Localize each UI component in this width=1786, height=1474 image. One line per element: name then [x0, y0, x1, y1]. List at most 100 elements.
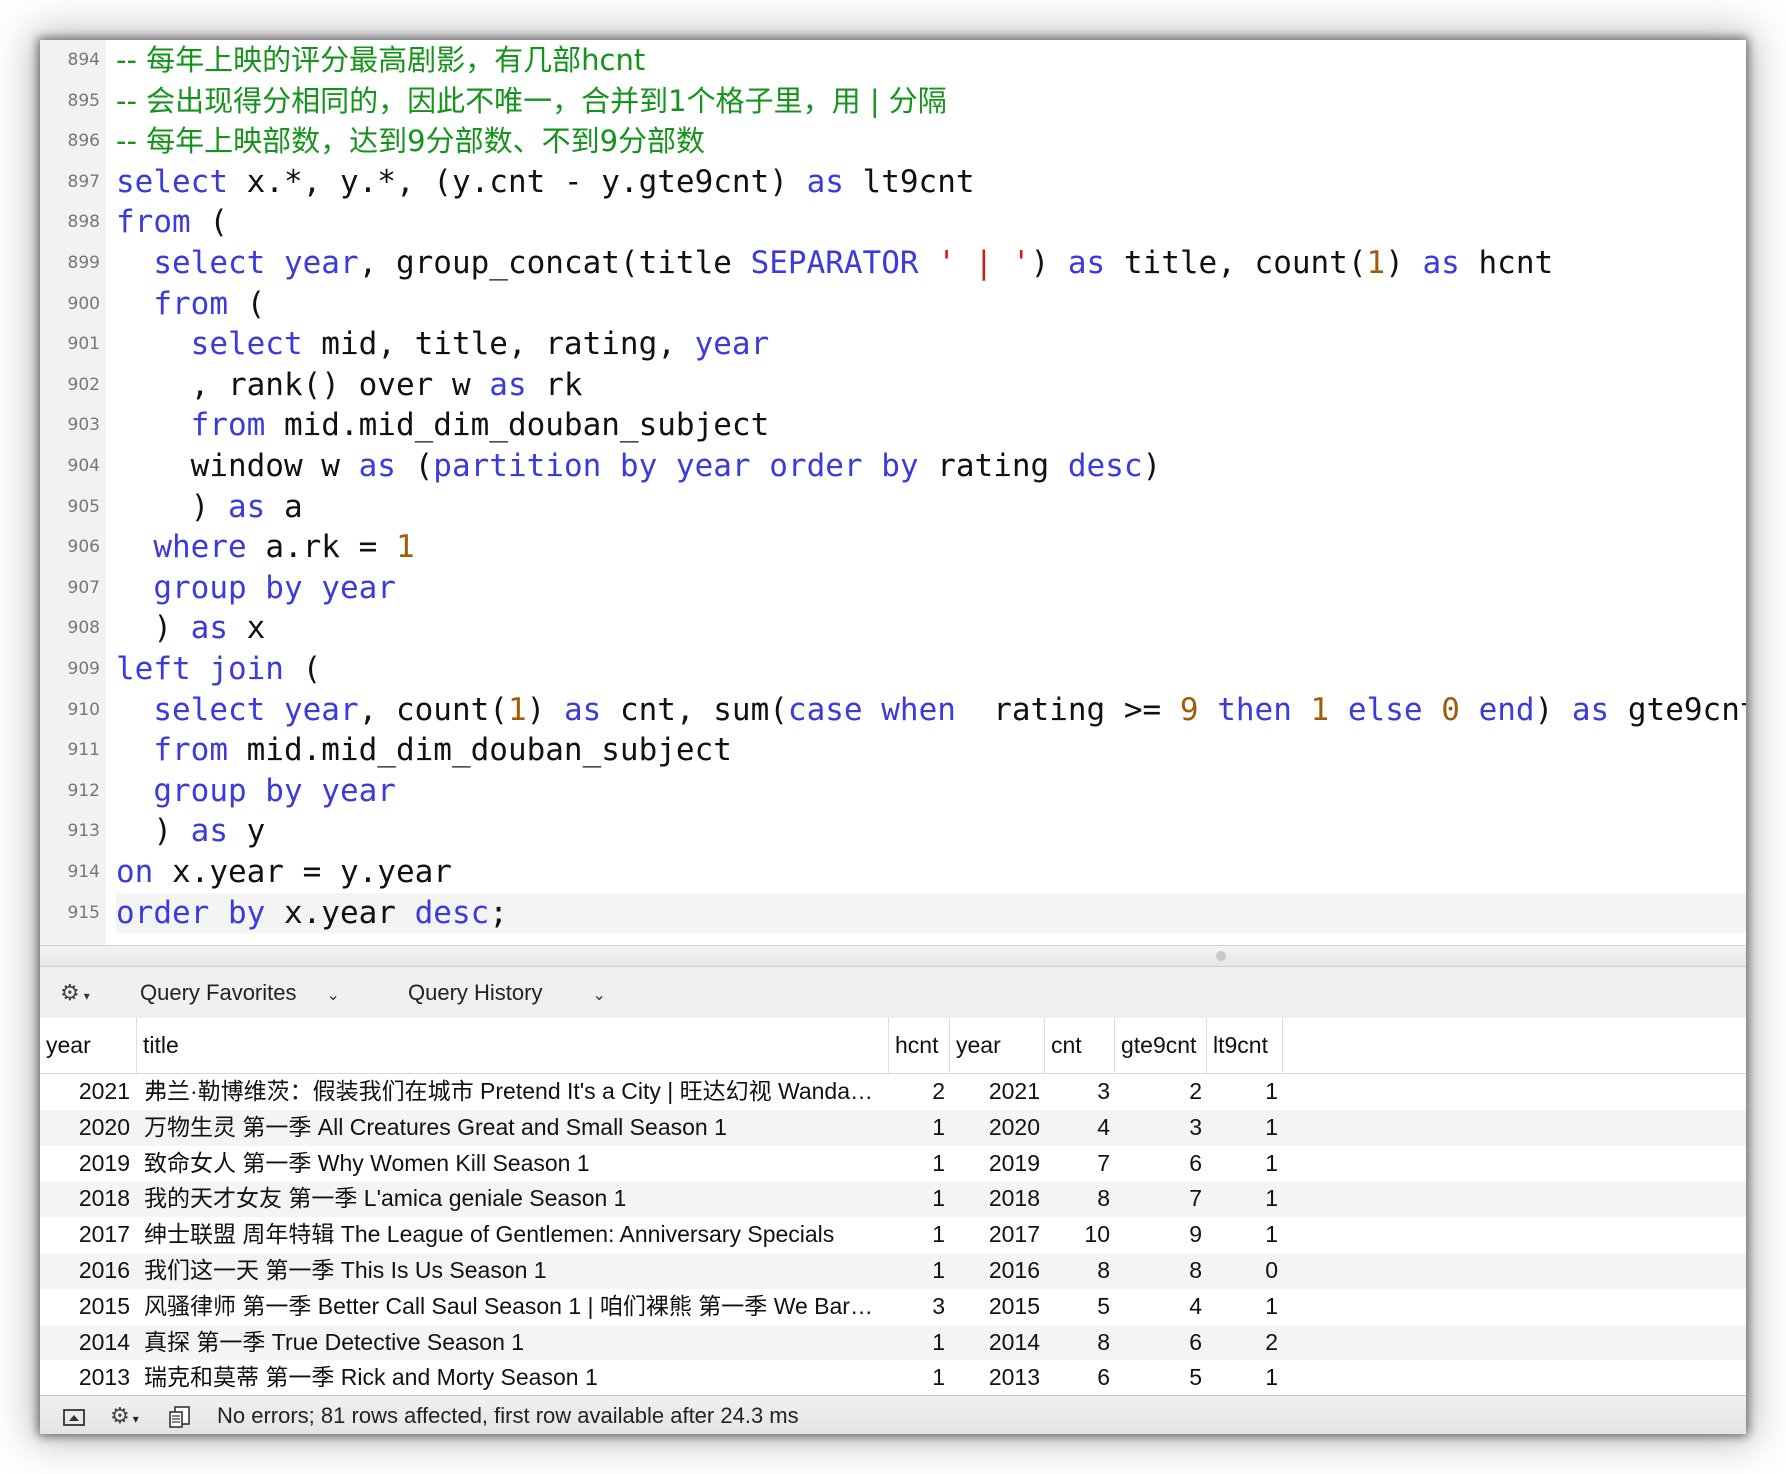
cell-gte9cnt[interactable]: 5 — [1115, 1360, 1202, 1395]
cell-gte9cnt[interactable]: 8 — [1115, 1253, 1202, 1289]
code-area[interactable]: -- 每年上映的评分最高剧影，有几部hcnt -- 会出现得分相同的，因此不唯一，… — [40, 40, 1746, 945]
code-line[interactable]: -- 每年上映的评分最高剧影，有几部hcnt — [116, 40, 645, 81]
cell-lt9cnt[interactable]: 1 — [1207, 1360, 1278, 1395]
cell-hcnt[interactable]: 2 — [889, 1074, 945, 1110]
cell-year-2[interactable]: 2017 — [950, 1217, 1040, 1253]
cell-hcnt[interactable]: 1 — [889, 1360, 945, 1395]
results-table[interactable]: year title hcnt year cnt gte9cnt lt9cnt … — [40, 1018, 1746, 1395]
cell-hcnt[interactable]: 3 — [889, 1289, 945, 1325]
query-history-dropdown[interactable]: Query History ⌄ — [408, 967, 606, 1018]
cell-lt9cnt[interactable]: 0 — [1207, 1253, 1278, 1289]
code-line[interactable]: ) as a — [116, 487, 303, 528]
code-line[interactable]: group by year — [116, 568, 396, 609]
code-line[interactable]: from ( — [116, 284, 265, 325]
toggle-panel-button[interactable] — [62, 1396, 86, 1434]
pane-splitter[interactable] — [40, 945, 1746, 966]
code-line[interactable]: -- 每年上映部数，达到9分部数、不到9分部数 — [116, 121, 705, 162]
cell-gte9cnt[interactable]: 3 — [1115, 1110, 1202, 1146]
cell-cnt[interactable]: 4 — [1045, 1110, 1110, 1146]
table-row[interactable]: 2021 弗兰·勒博维茨：假装我们在城市 Pretend It's a City … — [40, 1074, 1746, 1110]
cell-title[interactable]: 我的天才女友 第一季 L'amica geniale Season 1 — [144, 1181, 884, 1217]
cell-title[interactable]: 风骚律师 第一季 Better Call Saul Season 1 | 咱们裸… — [144, 1289, 884, 1325]
cell-hcnt[interactable]: 1 — [889, 1110, 945, 1146]
cell-lt9cnt[interactable]: 1 — [1207, 1217, 1278, 1253]
cell-year-2[interactable]: 2013 — [950, 1360, 1040, 1395]
cell-lt9cnt[interactable]: 1 — [1207, 1146, 1278, 1182]
cell-year[interactable]: 2013 — [40, 1360, 130, 1395]
table-row[interactable]: 2017 绅士联盟 周年特辑 The League of Gentlemen: A… — [40, 1217, 1746, 1253]
column-header-gte9cnt[interactable]: gte9cnt — [1115, 1018, 1207, 1073]
cell-hcnt[interactable]: 1 — [889, 1146, 945, 1182]
cell-cnt[interactable]: 8 — [1045, 1325, 1110, 1361]
table-row[interactable]: 2020 万物生灵 第一季 All Creatures Great and Sma… — [40, 1109, 1746, 1146]
cell-year-2[interactable]: 2014 — [950, 1325, 1040, 1361]
gear-menu-button[interactable]: ⚙ ▾ — [60, 967, 90, 1018]
code-line[interactable]: select year, count(1) as cnt, sum(case w… — [116, 690, 1746, 731]
query-favorites-dropdown[interactable]: Query Favorites ⌄ — [140, 967, 340, 1018]
cell-gte9cnt[interactable]: 2 — [1115, 1074, 1202, 1110]
cell-year-2[interactable]: 2021 — [950, 1074, 1040, 1110]
table-row[interactable]: 2015 风骚律师 第一季 Better Call Saul Season 1 |… — [40, 1289, 1746, 1325]
cell-lt9cnt[interactable]: 1 — [1207, 1110, 1278, 1146]
column-header-hcnt[interactable]: hcnt — [889, 1018, 950, 1073]
cell-year[interactable]: 2020 — [40, 1110, 130, 1146]
cell-gte9cnt[interactable]: 7 — [1115, 1181, 1202, 1217]
cell-year[interactable]: 2017 — [40, 1217, 130, 1253]
cell-title[interactable]: 绅士联盟 周年特辑 The League of Gentlemen: Anniv… — [144, 1217, 884, 1253]
cell-year[interactable]: 2015 — [40, 1289, 130, 1325]
code-line[interactable]: , rank() over w as rk — [116, 365, 583, 406]
cell-title[interactable]: 我们这一天 第一季 This Is Us Season 1 — [144, 1253, 884, 1289]
cell-hcnt[interactable]: 1 — [889, 1217, 945, 1253]
cell-year-2[interactable]: 2015 — [950, 1289, 1040, 1325]
cell-year-2[interactable]: 2018 — [950, 1181, 1040, 1217]
code-line[interactable]: on x.year = y.year — [116, 852, 452, 893]
cell-title[interactable]: 万物生灵 第一季 All Creatures Great and Small S… — [144, 1110, 884, 1146]
code-line[interactable]: from mid.mid_dim_douban_subject — [116, 730, 732, 771]
code-line[interactable]: select mid, title, rating, year — [116, 324, 770, 365]
code-line[interactable]: where a.rk = 1 — [116, 527, 414, 568]
code-line[interactable]: select year, group_concat(title SEPARATO… — [116, 243, 1553, 284]
cell-cnt[interactable]: 6 — [1045, 1360, 1110, 1395]
cell-hcnt[interactable]: 1 — [889, 1325, 945, 1361]
cell-year[interactable]: 2021 — [40, 1074, 130, 1110]
column-header-year[interactable]: year — [40, 1018, 137, 1073]
sql-editor[interactable]: 894 895 896 897 898 899 900 901 902 903 904 905 906 9… — [40, 40, 1746, 945]
table-row[interactable]: 2019 致命女人 第一季 Why Women Kill Season 1 1 201… — [40, 1146, 1746, 1182]
cell-title[interactable]: 致命女人 第一季 Why Women Kill Season 1 — [144, 1146, 884, 1182]
table-row[interactable]: 2013 瑞克和莫蒂 第一季 Rick and Morty Season 1 1 20… — [40, 1360, 1746, 1395]
cell-cnt[interactable]: 8 — [1045, 1181, 1110, 1217]
code-line[interactable]: from mid.mid_dim_douban_subject — [116, 405, 770, 446]
column-header-title[interactable]: title — [137, 1018, 889, 1073]
code-line[interactable]: left join ( — [116, 649, 321, 690]
cell-cnt[interactable]: 8 — [1045, 1253, 1110, 1289]
cell-year-2[interactable]: 2019 — [950, 1146, 1040, 1182]
code-line[interactable]: window w as (partition by year order by … — [116, 446, 1162, 487]
cell-title[interactable]: 真探 第一季 True Detective Season 1 — [144, 1325, 884, 1361]
column-header-lt9cnt[interactable]: lt9cnt — [1207, 1018, 1283, 1073]
cell-cnt[interactable]: 10 — [1045, 1217, 1110, 1253]
table-row[interactable]: 2018 我的天才女友 第一季 L'amica geniale Season 11… — [40, 1181, 1746, 1218]
code-line[interactable]: ) as x — [116, 608, 265, 649]
splitter-handle[interactable] — [1216, 951, 1226, 961]
cell-year[interactable]: 2016 — [40, 1253, 130, 1289]
console-log-button[interactable] — [168, 1396, 192, 1434]
cell-lt9cnt[interactable]: 1 — [1207, 1289, 1278, 1325]
column-header-cnt[interactable]: cnt — [1045, 1018, 1115, 1073]
code-line[interactable]: group by year — [116, 771, 396, 812]
cell-hcnt[interactable]: 1 — [889, 1181, 945, 1217]
table-row[interactable]: 2014 真探 第一季 True Detective Season 1 1 2014 8… — [40, 1324, 1746, 1361]
cell-year-2[interactable]: 2016 — [950, 1253, 1040, 1289]
cell-gte9cnt[interactable]: 6 — [1115, 1146, 1202, 1182]
cell-year[interactable]: 2018 — [40, 1181, 130, 1217]
code-line[interactable]: from ( — [116, 202, 228, 243]
table-row[interactable]: 2016 我们这一天 第一季 This Is Us Season 1 1 2016 8 8… — [40, 1253, 1746, 1289]
cell-year[interactable]: 2019 — [40, 1146, 130, 1182]
column-header-year-2[interactable]: year — [950, 1018, 1045, 1073]
cell-year-2[interactable]: 2020 — [950, 1110, 1040, 1146]
code-line[interactable]: -- 会出现得分相同的，因此不唯一，合并到1个格子里，用 | 分隔 — [116, 81, 947, 122]
cell-cnt[interactable]: 7 — [1045, 1146, 1110, 1182]
code-line[interactable]: order by x.year desc; — [116, 893, 508, 934]
cell-cnt[interactable]: 3 — [1045, 1074, 1110, 1110]
status-gear-button[interactable]: ⚙ ▾ — [110, 1396, 139, 1434]
cell-gte9cnt[interactable]: 9 — [1115, 1217, 1202, 1253]
